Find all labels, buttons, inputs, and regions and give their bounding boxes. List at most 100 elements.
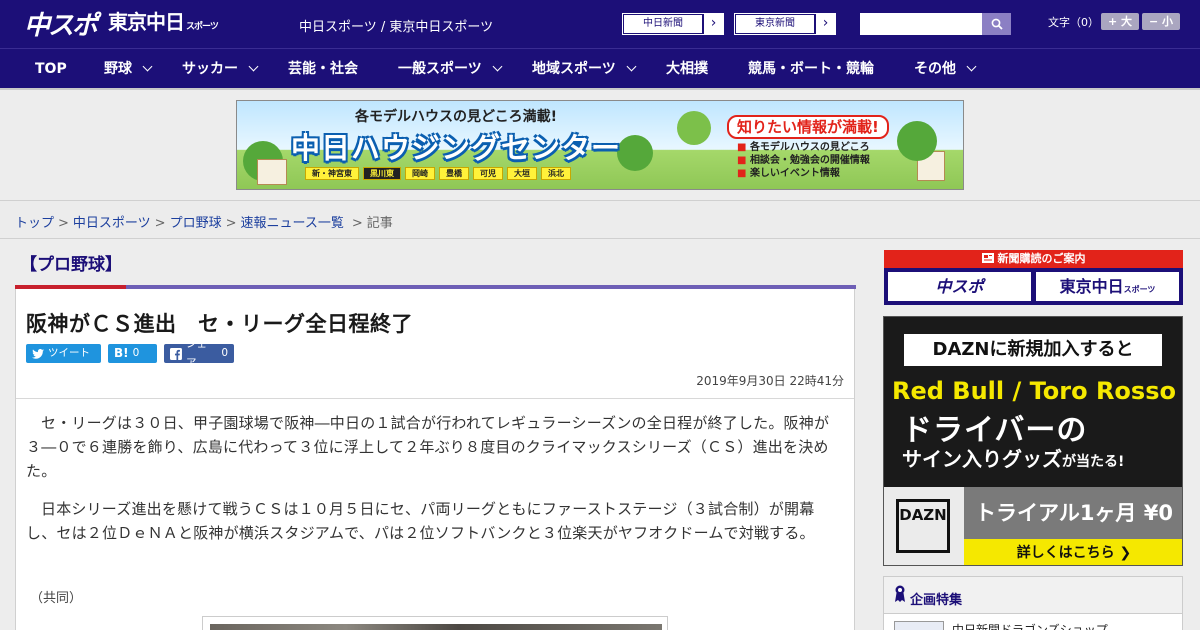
site-links[interactable]: 中日スポーツ / 東京中日スポーツ xyxy=(299,16,493,35)
article-photo-image xyxy=(210,624,662,630)
banner-feature-item: 相談会・勉強会の開催情報 xyxy=(737,154,870,167)
facebook-share-button[interactable]: シェア 0 xyxy=(164,338,234,369)
article-paragraph: 日本シリーズ進出を懸けて戦うＣＳは１０月５日にセ、パ両リーグともにファーストステ… xyxy=(26,500,815,542)
article-category: 【プロ野球】 xyxy=(20,255,122,275)
site-logo[interactable]: 中スポ 東京中日 スポーツ xyxy=(24,9,219,40)
article-credit: （共同） xyxy=(30,591,83,606)
nav-item-label: 野球 xyxy=(104,61,132,77)
search-button[interactable] xyxy=(982,13,1011,35)
breadcrumb-pro-baseball[interactable]: プロ野球 xyxy=(170,216,222,231)
location-tag: 新・神宮東 xyxy=(305,167,359,180)
nav-item-top[interactable]: TOP xyxy=(35,49,67,89)
nav-item-local-sports[interactable]: 地域スポーツ xyxy=(532,49,637,89)
ad-goods-suffix: が当たる! xyxy=(1062,454,1125,470)
breadcrumb-separator: > xyxy=(351,216,363,231)
facebook-share-label: シェア xyxy=(185,337,207,369)
nav-item-racing[interactable]: 競馬・ボート・競輪 xyxy=(748,49,874,89)
nav-item-label: サッカー xyxy=(182,61,238,77)
subscribe-tokyo-chunichi-button[interactable]: 東京中日スポーツ xyxy=(1036,272,1179,301)
nav-item-other[interactable]: その他 xyxy=(914,49,977,89)
subscribe-tokyo-suffix: スポーツ xyxy=(1123,285,1156,294)
facebook-share-count: 0 xyxy=(221,347,228,359)
facebook-icon xyxy=(170,347,182,360)
feature-item[interactable]: 中日新聞ドラゴンズショップ xyxy=(894,621,1108,630)
article-photo[interactable] xyxy=(202,616,668,630)
tokyo-chunichi-logo-text: 東京中日 xyxy=(108,10,185,34)
dazn-logo: DAZN xyxy=(884,487,964,565)
font-larger-button[interactable]: + 大 xyxy=(1101,13,1139,30)
subscription-header-text: 新聞購読のご案内 xyxy=(997,252,1086,265)
subscribe-chusupo-button[interactable]: 中スポ xyxy=(888,272,1031,301)
banner-feature-item: 楽しいイベント情報 xyxy=(737,167,870,180)
breadcrumb-separator: > xyxy=(225,216,237,231)
location-tag: 可児 xyxy=(473,167,503,180)
housing-center-banner[interactable]: 各モデルハウスの見どころ満載! 中日ハウジングセンター 新・神宮東 黒川東 岡崎… xyxy=(236,100,964,190)
top-header: 中スポ 東京中日 スポーツ 中日スポーツ / 東京中日スポーツ 中日新聞 › 東京… xyxy=(0,0,1200,48)
nav-item-entertainment[interactable]: 芸能・社会 xyxy=(288,49,358,89)
newspaper-icon xyxy=(981,253,994,263)
banner-feature-item: 各モデルハウスの見どころ xyxy=(737,141,870,154)
ad-goods: サイン入りグッズが当たる! xyxy=(902,443,1124,472)
nav-item-label: その他 xyxy=(914,61,956,77)
tree-illustration xyxy=(617,135,653,171)
chevron-down-icon xyxy=(248,61,259,72)
nav-item-label: 大相撲 xyxy=(666,61,708,77)
feature-item-title: 中日新聞ドラゴンズショップ xyxy=(952,623,1108,630)
breadcrumb-bar: トップ > 中日スポーツ > プロ野球 > 速報ニュース一覧 > 記事 xyxy=(0,200,1200,239)
tree-illustration xyxy=(677,111,711,145)
tweet-label: ツイート xyxy=(48,347,90,359)
tree-illustration xyxy=(897,121,937,161)
ad-trial: トライアル1ヶ月 ¥0 xyxy=(964,487,1182,539)
dazn-ad[interactable]: DAZNに新規加入すると Red Bull / Toro Rosso ドライバー… xyxy=(883,316,1183,566)
chunichi-shimbun-button[interactable]: 中日新聞 › xyxy=(622,13,724,35)
banner-locations: 新・神宮東 黒川東 岡崎 豊橋 可児 大垣 浜北 xyxy=(305,167,571,180)
nav-item-soccer[interactable]: サッカー xyxy=(182,49,259,89)
tokyo-shimbun-button[interactable]: 東京新聞 › xyxy=(734,13,836,35)
font-size-label: 文字（0） xyxy=(1048,16,1099,29)
ad-title: DAZNに新規加入すると xyxy=(904,334,1162,366)
nav-divider xyxy=(0,88,1200,90)
ribbon-icon xyxy=(895,585,905,602)
chevron-right-icon: › xyxy=(815,14,835,34)
tokyo-chunichi-logo-suffix: スポーツ xyxy=(186,22,219,32)
breadcrumb-separator: > xyxy=(58,216,69,231)
breadcrumb-current: 記事 xyxy=(366,216,393,231)
breadcrumb-separator: > xyxy=(154,216,166,231)
tweet-button[interactable]: ツイート xyxy=(26,344,101,363)
subscription-box: 新聞購読のご案内 中スポ 東京中日スポーツ xyxy=(884,250,1183,305)
accent-bar xyxy=(126,285,856,289)
tokyo-chunichi-logo[interactable]: 東京中日 スポーツ xyxy=(108,9,219,40)
dazn-logo-text: DAZN xyxy=(896,499,950,553)
feature-box: 企画特集 中日新聞ドラゴンズショップ xyxy=(883,576,1183,630)
banner-right-title: 知りたい情報が満載! xyxy=(727,115,889,139)
nav-item-sumo[interactable]: 大相撲 xyxy=(666,49,708,89)
chevron-right-icon: › xyxy=(703,14,723,34)
location-tag: 大垣 xyxy=(507,167,537,180)
nav-item-baseball[interactable]: 野球 xyxy=(104,49,153,89)
subscription-header: 新聞購読のご案内 xyxy=(884,250,1183,268)
search-box xyxy=(860,13,1011,35)
location-tag: 岡崎 xyxy=(405,167,435,180)
breadcrumb: トップ > 中日スポーツ > プロ野球 > 速報ニュース一覧 > 記事 xyxy=(15,212,393,231)
twitter-icon xyxy=(32,348,44,359)
breadcrumb-news-list[interactable]: 速報ニュース一覧 xyxy=(241,216,344,231)
article-card: 阪神がＣＳ進出 セ・リーグ全日程終了 ツイート B! 0 シェア 0 2019年… xyxy=(15,285,856,630)
nav-item-general-sports[interactable]: 一般スポーツ xyxy=(398,49,503,89)
nav-item-label: 地域スポーツ xyxy=(532,61,616,77)
house-illustration xyxy=(257,159,287,185)
search-icon xyxy=(991,18,1003,30)
divider xyxy=(16,398,854,399)
location-tag: 豊橋 xyxy=(439,167,469,180)
breadcrumb-chunichi-sports[interactable]: 中日スポーツ xyxy=(73,216,151,231)
font-smaller-button[interactable]: − 小 xyxy=(1142,13,1180,30)
accent-bar xyxy=(15,285,126,289)
hatena-bookmark-button[interactable]: B! 0 xyxy=(108,344,157,363)
nav-item-label: 一般スポーツ xyxy=(398,61,482,77)
breadcrumb-top[interactable]: トップ xyxy=(15,216,54,231)
tokyo-shimbun-label: 東京新聞 xyxy=(735,14,815,34)
ad-more-button[interactable]: 詳しくはこちら ❯ xyxy=(964,539,1182,565)
hatena-icon: B! xyxy=(114,346,129,360)
search-input[interactable] xyxy=(860,13,982,35)
chevron-down-icon xyxy=(492,61,503,72)
chunichi-sports-logo[interactable]: 中スポ xyxy=(24,12,98,40)
